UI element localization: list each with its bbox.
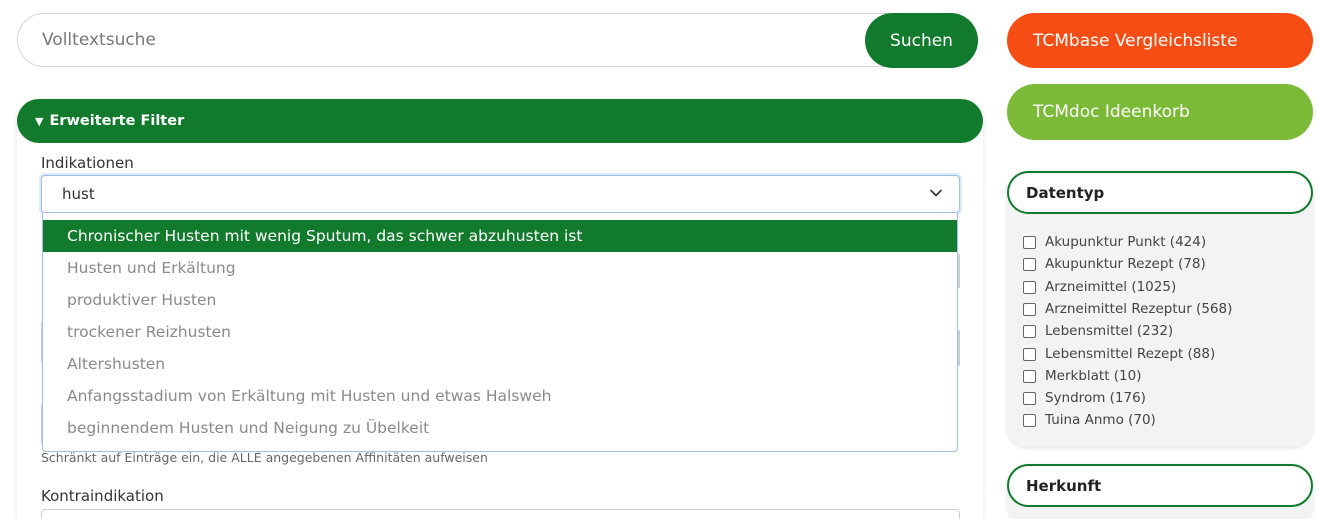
page: Suchen ▼ Erweiterte Filter Indikationen … [0, 0, 1319, 519]
dropdown-option[interactable]: produktiver Husten [43, 284, 957, 316]
indikationen-label: Indikationen [41, 154, 134, 172]
checkbox[interactable] [1023, 347, 1036, 361]
indikationen-select[interactable] [41, 175, 960, 213]
affinity-hint: Schränkt auf Einträge ein, die ALLE ange… [41, 450, 488, 465]
triangle-down-icon: ▼ [35, 114, 44, 128]
checkbox[interactable] [1023, 391, 1036, 405]
dropdown-option[interactable]: Altershusten [43, 348, 957, 380]
checkbox[interactable] [1023, 257, 1036, 271]
indikationen-dropdown: Chronischer Husten mit wenig Sputum, das… [42, 213, 958, 452]
datentyp-option[interactable]: Lebensmittel Rezept (88) [1023, 344, 1215, 364]
datentyp-option[interactable]: Lebensmittel (232) [1023, 321, 1173, 341]
datentyp-panel: Datentyp Akupunktur Punkt (424) Akupunkt… [1007, 171, 1313, 447]
chevron-down-icon[interactable] [927, 184, 945, 202]
datentyp-title[interactable]: Datentyp [1007, 171, 1313, 214]
advanced-filter-title: Erweiterte Filter [49, 113, 185, 129]
dropdown-option[interactable]: Anfangsstadium von Erkältung mit Husten … [43, 380, 957, 412]
datentyp-option[interactable]: Akupunktur Punkt (424) [1023, 232, 1206, 252]
checkbox[interactable] [1023, 413, 1036, 427]
vergleichsliste-button[interactable]: TCMbase Vergleichsliste [1007, 13, 1313, 68]
dropdown-option[interactable]: Chronischer Husten mit wenig Sputum, das… [43, 220, 957, 252]
datentyp-option[interactable]: Arzneimittel Rezeptur (568) [1023, 299, 1232, 319]
datentyp-option[interactable]: Tuina Anmo (70) [1023, 410, 1156, 430]
datentyp-option[interactable]: Akupunktur Rezept (78) [1023, 254, 1206, 274]
search-input[interactable] [42, 14, 842, 66]
indikationen-input[interactable] [62, 176, 862, 212]
ideenkorb-button[interactable]: TCMdoc Ideenkorb [1007, 84, 1313, 140]
dropdown-option[interactable]: trockener Reizhusten [43, 316, 957, 348]
hidden-field-edge [958, 330, 960, 366]
hidden-field-edge [958, 254, 960, 288]
search-button[interactable]: Suchen [865, 13, 978, 68]
checkbox[interactable] [1023, 280, 1036, 294]
herkunft-title[interactable]: Herkunft [1007, 464, 1313, 507]
herkunft-panel: Herkunft [1007, 464, 1313, 519]
datentyp-option[interactable]: Merkblatt (10) [1023, 366, 1142, 386]
checkbox[interactable] [1023, 324, 1036, 338]
kontraindikation-label: Kontraindikation [41, 487, 164, 505]
advanced-filter-toggle[interactable]: ▼ Erweiterte Filter [17, 99, 983, 143]
kontraindikation-select[interactable] [41, 509, 960, 519]
datentyp-option[interactable]: Syndrom (176) [1023, 388, 1146, 408]
checkbox[interactable] [1023, 369, 1036, 383]
checkbox[interactable] [1023, 235, 1036, 249]
search-bar: Suchen [17, 13, 978, 68]
checkbox[interactable] [1023, 302, 1036, 316]
dropdown-option[interactable]: beginnendem Husten und Neigung zu Übelke… [43, 412, 957, 444]
datentyp-option[interactable]: Arzneimittel (1025) [1023, 277, 1176, 297]
dropdown-option[interactable]: Husten und Erkältung [43, 252, 957, 284]
